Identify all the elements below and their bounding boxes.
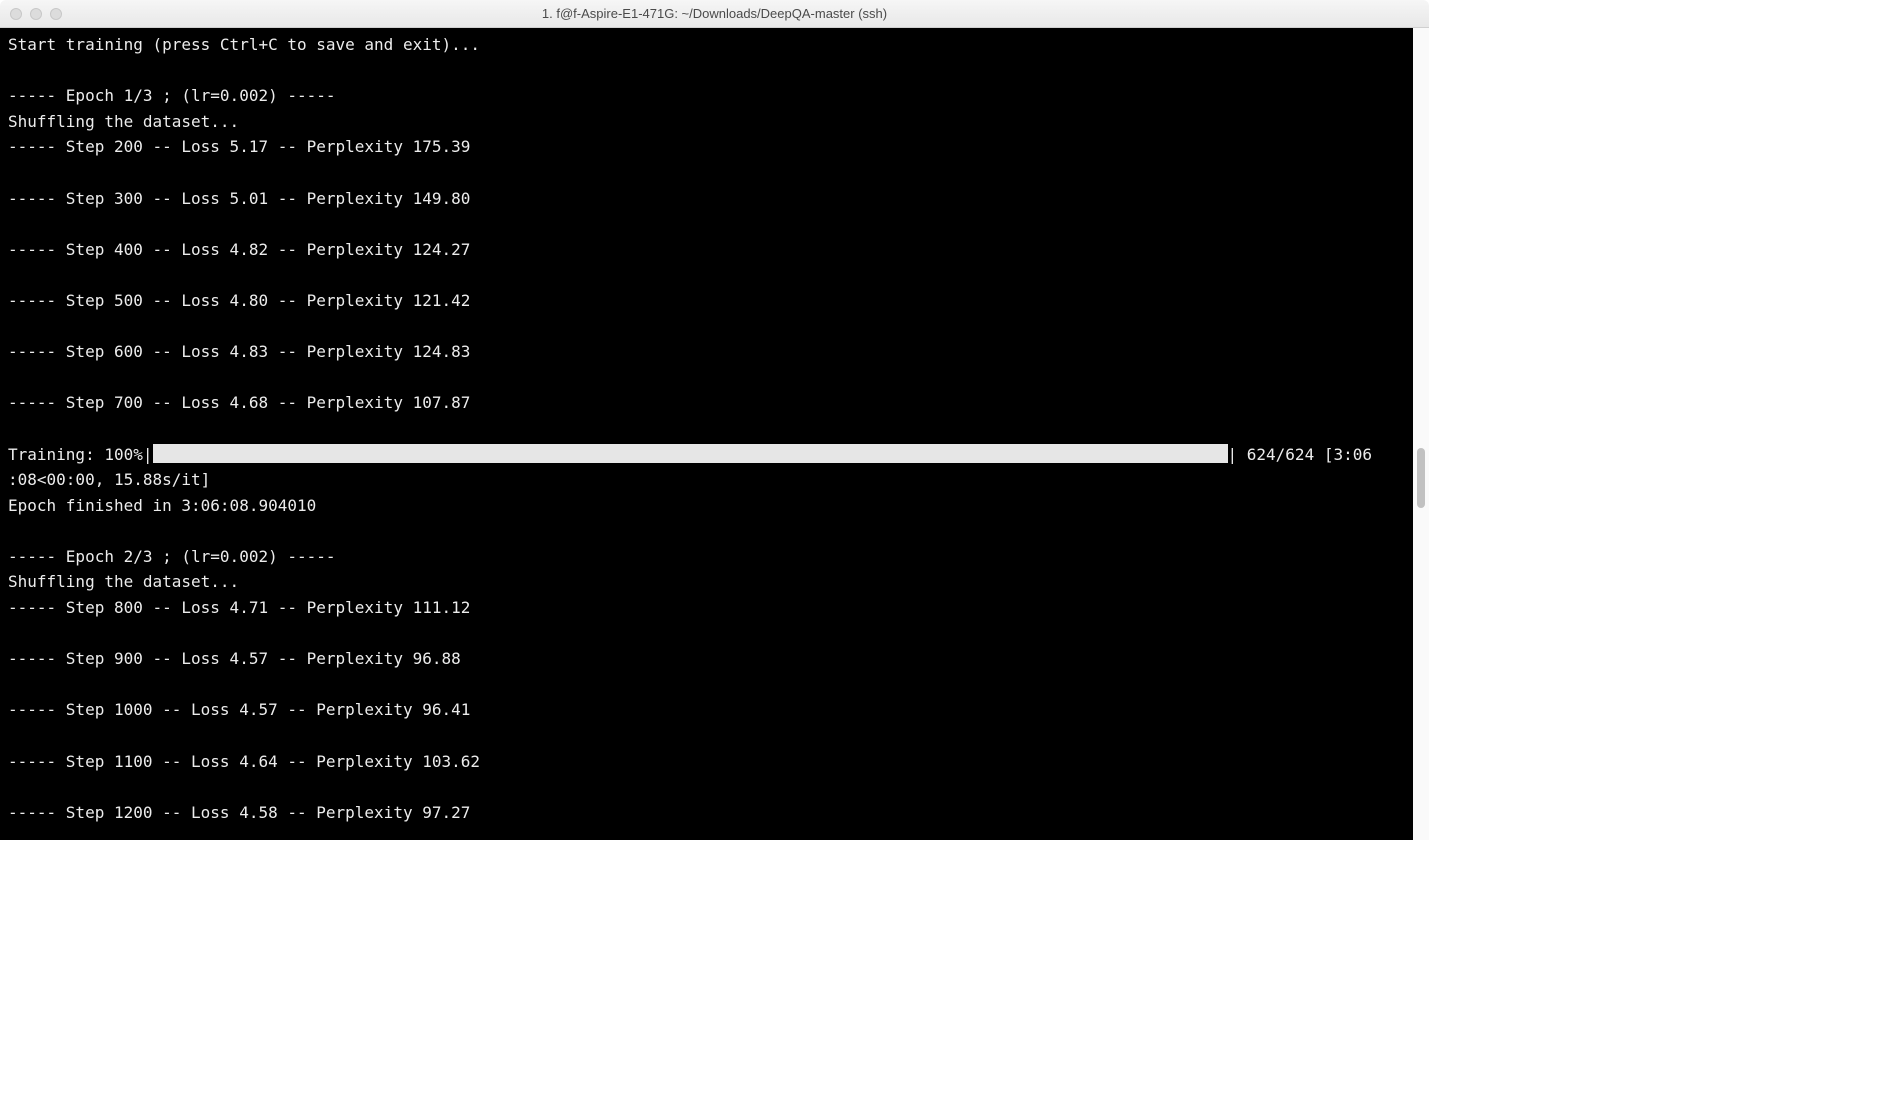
output-line: ----- Step 900 -- Loss 4.57 -- Perplexit… bbox=[8, 649, 461, 668]
progress-prefix: Training: 100%| bbox=[8, 445, 153, 464]
output-line: Shuffling the dataset... bbox=[8, 572, 239, 591]
scrollbar-track[interactable] bbox=[1413, 28, 1429, 840]
scrollbar-thumb[interactable] bbox=[1417, 448, 1425, 508]
output-line: ----- Step 600 -- Loss 4.83 -- Perplexit… bbox=[8, 342, 470, 361]
output-line: ----- Step 200 -- Loss 5.17 -- Perplexit… bbox=[8, 137, 470, 156]
progress-line: Training: 100%| | 624/624 [3:06 bbox=[8, 442, 1405, 468]
output-line: ----- Epoch 2/3 ; (lr=0.002) ----- bbox=[8, 547, 336, 566]
output-line: ----- Step 800 -- Loss 4.71 -- Perplexit… bbox=[8, 598, 470, 617]
output-line: ----- Step 400 -- Loss 4.82 -- Perplexit… bbox=[8, 240, 470, 259]
terminal-output[interactable]: Start training (press Ctrl+C to save and… bbox=[0, 28, 1413, 840]
close-icon[interactable] bbox=[10, 8, 22, 20]
progress-suffix: | 624/624 [3:06 bbox=[1228, 445, 1373, 464]
output-line: ----- Step 1100 -- Loss 4.64 -- Perplexi… bbox=[8, 752, 480, 771]
output-line: :08<00:00, 15.88s/it] bbox=[8, 470, 210, 489]
output-line: ----- Step 500 -- Loss 4.80 -- Perplexit… bbox=[8, 291, 470, 310]
output-line: Shuffling the dataset... bbox=[8, 112, 239, 131]
window-title: 1. f@f-Aspire-E1-471G: ~/Downloads/DeepQ… bbox=[10, 6, 1419, 21]
output-line: ----- Epoch 1/3 ; (lr=0.002) ----- bbox=[8, 86, 336, 105]
terminal-area: Start training (press Ctrl+C to save and… bbox=[0, 28, 1429, 840]
output-line: ----- Step 700 -- Loss 4.68 -- Perplexit… bbox=[8, 393, 470, 412]
progress-bar-fill bbox=[153, 444, 1228, 463]
output-line: ----- Step 1000 -- Loss 4.57 -- Perplexi… bbox=[8, 700, 470, 719]
output-line: ----- Step 1200 -- Loss 4.58 -- Perplexi… bbox=[8, 803, 470, 822]
output-line: ----- Step 300 -- Loss 5.01 -- Perplexit… bbox=[8, 189, 470, 208]
terminal-window: 1. f@f-Aspire-E1-471G: ~/Downloads/DeepQ… bbox=[0, 0, 1429, 840]
window-titlebar[interactable]: 1. f@f-Aspire-E1-471G: ~/Downloads/DeepQ… bbox=[0, 0, 1429, 28]
output-line: Epoch finished in 3:06:08.904010 bbox=[8, 496, 316, 515]
output-line: Start training (press Ctrl+C to save and… bbox=[8, 35, 480, 54]
maximize-icon[interactable] bbox=[50, 8, 62, 20]
traffic-lights bbox=[10, 8, 62, 20]
minimize-icon[interactable] bbox=[30, 8, 42, 20]
